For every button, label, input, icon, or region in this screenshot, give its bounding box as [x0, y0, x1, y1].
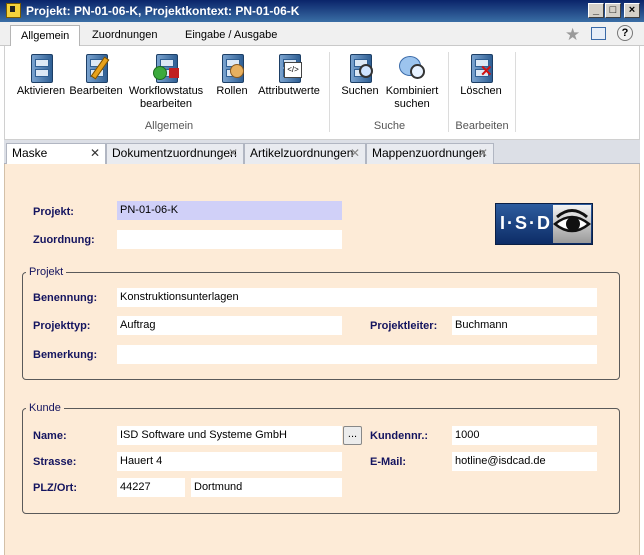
suchen-button[interactable]: Suchen — [337, 50, 383, 120]
kundennr-label: Kundennr.: — [370, 430, 429, 442]
group-label-bearbeiten: Bearbeiten — [455, 120, 509, 132]
projekttyp-label: Projekttyp: — [33, 320, 91, 332]
name-label: Name: — [33, 430, 67, 442]
close-tab-icon[interactable]: ✕ — [228, 144, 238, 163]
projekttyp-field[interactable]: Auftrag — [117, 316, 342, 335]
aktivieren-button[interactable]: Aktivieren — [13, 50, 69, 120]
rollen-button[interactable]: Rollen — [211, 50, 253, 120]
projekt-label: Projekt: — [33, 206, 74, 218]
tab-mappenzuordnungen[interactable]: Mappenzuordnungen ✕ — [366, 143, 494, 164]
loeschen-label: Löschen — [460, 85, 502, 97]
minimize-button[interactable]: _ — [588, 3, 604, 18]
isd-logo-text: I·S·D — [500, 213, 552, 233]
combined-search-icon — [399, 52, 425, 82]
maximize-button[interactable]: □ — [605, 3, 621, 18]
zuordnung-label: Zuordnung: — [33, 234, 95, 246]
kombiniert-suchen-label: Kombiniert suchen — [385, 85, 439, 110]
search-cabinet-icon — [347, 52, 373, 83]
workflowstatus-label: Workflowstatus bearbeiten — [128, 85, 204, 110]
isd-logo: I·S·D — [495, 203, 593, 245]
projektleiter-field[interactable]: Buchmann — [452, 316, 597, 335]
loeschen-button[interactable]: ✕ Löschen — [455, 50, 507, 120]
tab-artikelzuordnungen-label: Artikelzuordnungen — [250, 146, 354, 160]
projektleiter-label: Projektleiter: — [370, 320, 438, 332]
bearbeiten-label: Bearbeiten — [69, 85, 123, 97]
zuordnung-field[interactable] — [117, 230, 342, 249]
workflowstatus-button[interactable]: Workflowstatus bearbeiten — [125, 50, 207, 120]
window-title: Projekt: PN-01-06-K, Projektkontext: PN-… — [26, 4, 300, 18]
window-layout-icon[interactable] — [591, 27, 606, 40]
benennung-field[interactable]: Konstruktionsunterlagen — [117, 288, 597, 307]
close-tab-icon[interactable]: ✕ — [478, 144, 488, 163]
group-label-suche: Suche — [373, 120, 406, 132]
benennung-label: Benennung: — [33, 292, 98, 304]
email-label: E-Mail: — [370, 456, 407, 468]
suchen-label: Suchen — [341, 85, 379, 97]
close-tab-icon[interactable]: ✕ — [350, 144, 360, 163]
bearbeiten-button[interactable]: Bearbeiten — [67, 50, 125, 120]
app-icon[interactable] — [6, 3, 21, 18]
tab-maske-label: Maske — [12, 146, 48, 160]
attributwerte-label: Attributwerte — [258, 85, 320, 97]
help-icon[interactable]: ? — [617, 25, 633, 41]
tab-maske[interactable]: Maske ✕ — [6, 143, 106, 164]
tab-dokumentzuordnungen[interactable]: Dokumentzuordnungen ✕ — [106, 143, 244, 164]
workflow-status-icon — [153, 52, 179, 83]
ribbon-panel: Aktivieren Bearbeiten Workflowstatus bea… — [4, 46, 640, 140]
roles-icon — [219, 52, 245, 83]
attributwerte-button[interactable]: </> Attributwerte — [253, 50, 325, 120]
tab-allgemein[interactable]: Allgemein — [10, 25, 81, 47]
document-tab-bar: Maske ✕ Dokumentzuordnungen ✕ Artikelzuord… — [4, 140, 640, 164]
ribbon-separator — [515, 52, 516, 132]
bemerkung-field[interactable] — [117, 345, 597, 364]
kunde-group-legend: Kunde — [26, 402, 64, 414]
group-label-allgemein: Allgemein — [144, 120, 194, 132]
ribbon-separator — [448, 52, 449, 132]
ribbon-separator — [329, 52, 330, 132]
ribbon-tab-bar: Allgemein Zuordnungen Eingabe / Ausgabe — [0, 22, 644, 47]
bemerkung-label: Bemerkung: — [33, 349, 98, 361]
tab-eingabe-ausgabe[interactable]: Eingabe / Ausgabe — [175, 25, 287, 47]
title-bar: Projekt: PN-01-06-K, Projektkontext: PN-… — [0, 0, 644, 22]
plz-field[interactable]: 44227 — [117, 478, 185, 497]
tab-artikelzuordnungen[interactable]: Artikelzuordnungen ✕ — [244, 143, 366, 164]
strasse-field[interactable]: Hauert 4 — [117, 452, 342, 471]
name-field[interactable]: ISD Software und Systeme GmbH — [117, 426, 342, 445]
delete-cabinet-icon: ✕ — [468, 52, 494, 83]
strasse-label: Strasse: — [33, 456, 77, 468]
projekt-group-legend: Projekt — [26, 266, 67, 278]
attribute-values-icon: </> — [276, 52, 302, 83]
cabinet-activate-icon — [28, 52, 54, 83]
aktivieren-label: Aktivieren — [16, 85, 66, 97]
tab-zuordnungen[interactable]: Zuordnungen — [82, 25, 167, 47]
close-tab-icon[interactable]: ✕ — [90, 144, 100, 163]
projekt-field[interactable]: PN-01-06-K — [117, 201, 342, 220]
edit-pencil-icon — [83, 52, 110, 83]
close-button[interactable]: × — [624, 3, 640, 18]
kombiniert-suchen-button[interactable]: Kombiniert suchen — [382, 50, 442, 120]
ort-field[interactable]: Dortmund — [191, 478, 342, 497]
plzort-label: PLZ/Ort: — [33, 482, 77, 494]
eye-logo-icon — [553, 205, 591, 243]
customer-browse-button[interactable]: ... — [343, 426, 362, 445]
kundennr-field[interactable]: 1000 — [452, 426, 597, 445]
tab-mappenzuordnungen-label: Mappenzuordnungen — [372, 146, 486, 160]
tab-dokumentzuordnungen-label: Dokumentzuordnungen — [112, 146, 237, 160]
rollen-label: Rollen — [216, 85, 248, 97]
email-field[interactable]: hotline@isdcad.de — [452, 452, 597, 471]
favorite-star-icon[interactable]: ★ — [565, 25, 580, 45]
